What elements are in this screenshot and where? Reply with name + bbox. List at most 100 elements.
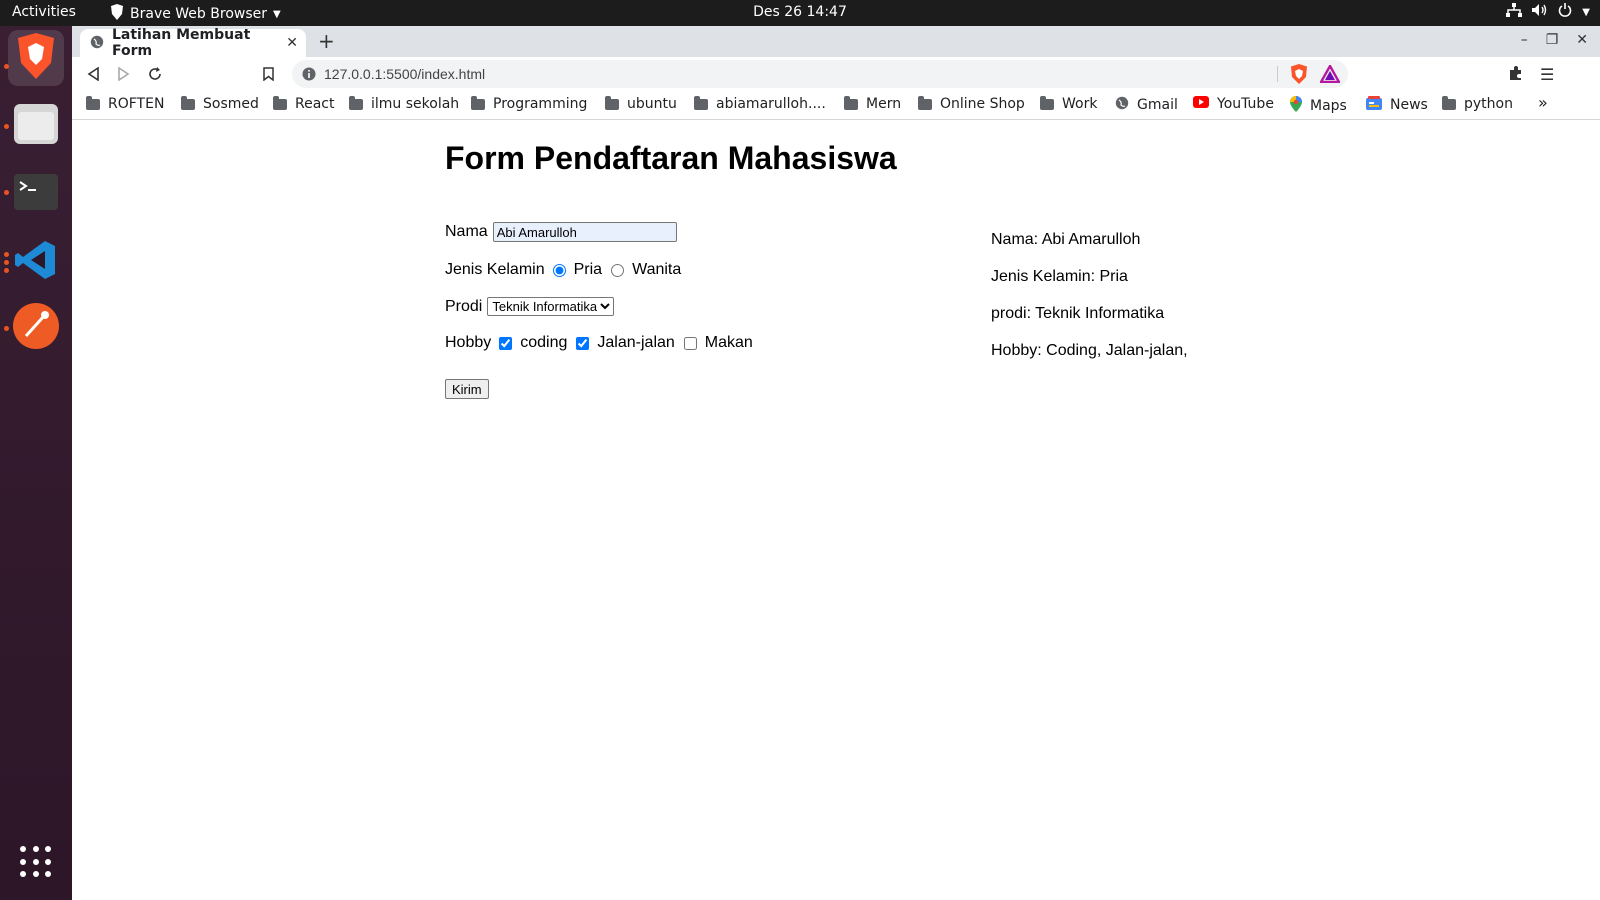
bookmark-folder[interactable]: React xyxy=(273,95,334,112)
menu-icon[interactable]: ☰ xyxy=(1540,65,1554,84)
running-indicator xyxy=(4,268,9,273)
bookmark-icon[interactable] xyxy=(259,65,277,83)
prodi-row: Prodi Teknik Informatika xyxy=(445,297,615,316)
brave-browser-icon xyxy=(16,33,56,83)
radio-pria[interactable] xyxy=(552,263,566,277)
show-applications-button[interactable] xyxy=(20,846,52,878)
system-top-bar: Activities Brave Web Browser ▼ Des 26 14… xyxy=(0,0,1600,26)
result-nama: Nama: Abi Amarulloh xyxy=(991,231,1141,248)
maps-pin-icon xyxy=(1290,96,1302,116)
volume-icon xyxy=(1532,3,1548,21)
running-indicator xyxy=(4,260,9,265)
bookmark-maps[interactable]: Maps xyxy=(1290,96,1347,116)
brave-rewards-icon[interactable] xyxy=(1318,63,1342,87)
new-tab-button[interactable]: + xyxy=(318,29,335,53)
bookmark-folder[interactable]: Programming xyxy=(471,95,587,112)
reload-button[interactable] xyxy=(146,65,164,83)
forward-button[interactable] xyxy=(115,65,133,83)
bookmark-news[interactable]: News xyxy=(1366,96,1428,114)
bookmark-folder[interactable]: ROFTEN xyxy=(86,95,164,112)
navigation-toolbar: 127.0.0.1:5500/index.html ☰ xyxy=(72,57,1600,91)
postman-icon xyxy=(12,302,60,354)
youtube-icon xyxy=(1193,96,1209,112)
checkbox-coding-label: coding xyxy=(520,334,568,351)
info-icon[interactable] xyxy=(302,66,316,85)
bookmark-folder[interactable]: abiamarulloh.... xyxy=(694,95,826,112)
bookmark-folder[interactable]: Sosmed xyxy=(181,95,259,112)
globe-icon xyxy=(1115,96,1129,114)
more-bookmarks-button[interactable]: » xyxy=(1538,93,1548,112)
result-jenis-kelamin: Jenis Kelamin: Pria xyxy=(991,268,1128,285)
page-title: Form Pendaftaran Mahasiswa xyxy=(445,140,897,176)
dock-files[interactable] xyxy=(8,98,64,154)
folder-icon xyxy=(605,95,619,110)
bookmark-folder[interactable]: ilmu sekolah xyxy=(349,95,459,112)
dock-postman[interactable] xyxy=(8,300,64,356)
folder-icon xyxy=(86,95,100,110)
dock-brave-browser[interactable] xyxy=(8,30,64,86)
close-icon[interactable]: ✕ xyxy=(286,35,298,51)
folder-icon xyxy=(181,95,195,110)
checkbox-jalan-jalan-label: Jalan-jalan xyxy=(597,334,675,351)
prodi-select[interactable]: Teknik Informatika xyxy=(487,297,615,316)
result-prodi: prodi: Teknik Informatika xyxy=(991,305,1165,322)
running-indicator xyxy=(4,252,9,257)
globe-icon xyxy=(90,34,104,53)
running-indicator xyxy=(4,190,9,195)
files-icon xyxy=(14,104,58,148)
jenis-kelamin-row: Jenis Kelamin Pria Wanita xyxy=(445,261,687,279)
tab-active[interactable]: Latihan Membuat Form ✕ xyxy=(80,27,306,59)
dock-vscode[interactable] xyxy=(8,234,64,290)
radio-wanita[interactable] xyxy=(611,263,625,277)
hobby-label: Hobby xyxy=(445,334,492,351)
system-tray[interactable]: ▼ xyxy=(1506,3,1590,21)
network-icon xyxy=(1506,3,1523,21)
restore-button[interactable]: ❐ xyxy=(1546,32,1559,48)
bookmark-folder[interactable]: Work xyxy=(1040,95,1097,112)
folder-icon xyxy=(1040,95,1054,110)
prodi-label: Prodi xyxy=(445,297,483,315)
news-icon xyxy=(1366,96,1382,114)
bookmark-youtube[interactable]: YouTube xyxy=(1193,96,1274,112)
tab-title: Latihan Membuat Form xyxy=(112,27,251,59)
address-bar[interactable]: 127.0.0.1:5500/index.html xyxy=(292,60,1348,88)
checkbox-coding[interactable] xyxy=(499,336,513,350)
back-button[interactable] xyxy=(84,65,102,83)
dock-terminal[interactable] xyxy=(8,166,64,222)
folder-icon xyxy=(918,95,932,110)
kirim-button[interactable]: Kirim xyxy=(445,379,489,399)
result-hobby: Hobby: Coding, Jalan-jalan, xyxy=(991,342,1188,359)
terminal-icon xyxy=(14,174,58,214)
bookmark-folder[interactable]: Mern xyxy=(844,95,901,112)
nama-row: Nama xyxy=(445,222,677,242)
divider xyxy=(1277,66,1278,82)
radio-pria-label: Pria xyxy=(573,261,603,278)
brave-shields-icon[interactable] xyxy=(1290,64,1308,88)
bookmark-folder[interactable]: python xyxy=(1442,95,1513,112)
checkbox-jalan-jalan[interactable] xyxy=(576,336,590,350)
bookmark-folder[interactable]: ubuntu xyxy=(605,95,677,112)
vscode-icon xyxy=(15,239,57,285)
checkbox-makan-label: Makan xyxy=(704,334,753,351)
checkbox-makan[interactable] xyxy=(683,336,697,350)
tab-strip: Latihan Membuat Form ✕ + – ❐ ✕ xyxy=(72,26,1600,59)
extensions-icon[interactable] xyxy=(1508,65,1524,85)
close-window-button[interactable]: ✕ xyxy=(1576,32,1588,48)
nama-input[interactable] xyxy=(492,222,677,242)
folder-icon xyxy=(471,95,485,110)
power-icon xyxy=(1558,3,1572,21)
running-indicator xyxy=(4,64,9,69)
folder-icon xyxy=(844,95,858,110)
folder-icon xyxy=(1442,95,1456,110)
clock[interactable]: Des 26 14:47 xyxy=(0,4,1600,20)
running-indicator xyxy=(4,326,9,331)
radio-wanita-label: Wanita xyxy=(632,261,682,278)
minimize-button[interactable]: – xyxy=(1521,32,1528,48)
nama-label: Nama xyxy=(445,223,488,240)
jenis-kelamin-label: Jenis Kelamin xyxy=(445,261,545,278)
dock xyxy=(0,26,72,900)
bookmark-gmail[interactable]: Gmail xyxy=(1115,96,1178,114)
browser-window: Latihan Membuat Form ✕ + – ❐ ✕ 127.0.0.1… xyxy=(72,26,1600,900)
hobby-row: Hobby coding Jalan-jalan Makan xyxy=(445,334,759,352)
bookmark-folder[interactable]: Online Shop xyxy=(918,95,1025,112)
